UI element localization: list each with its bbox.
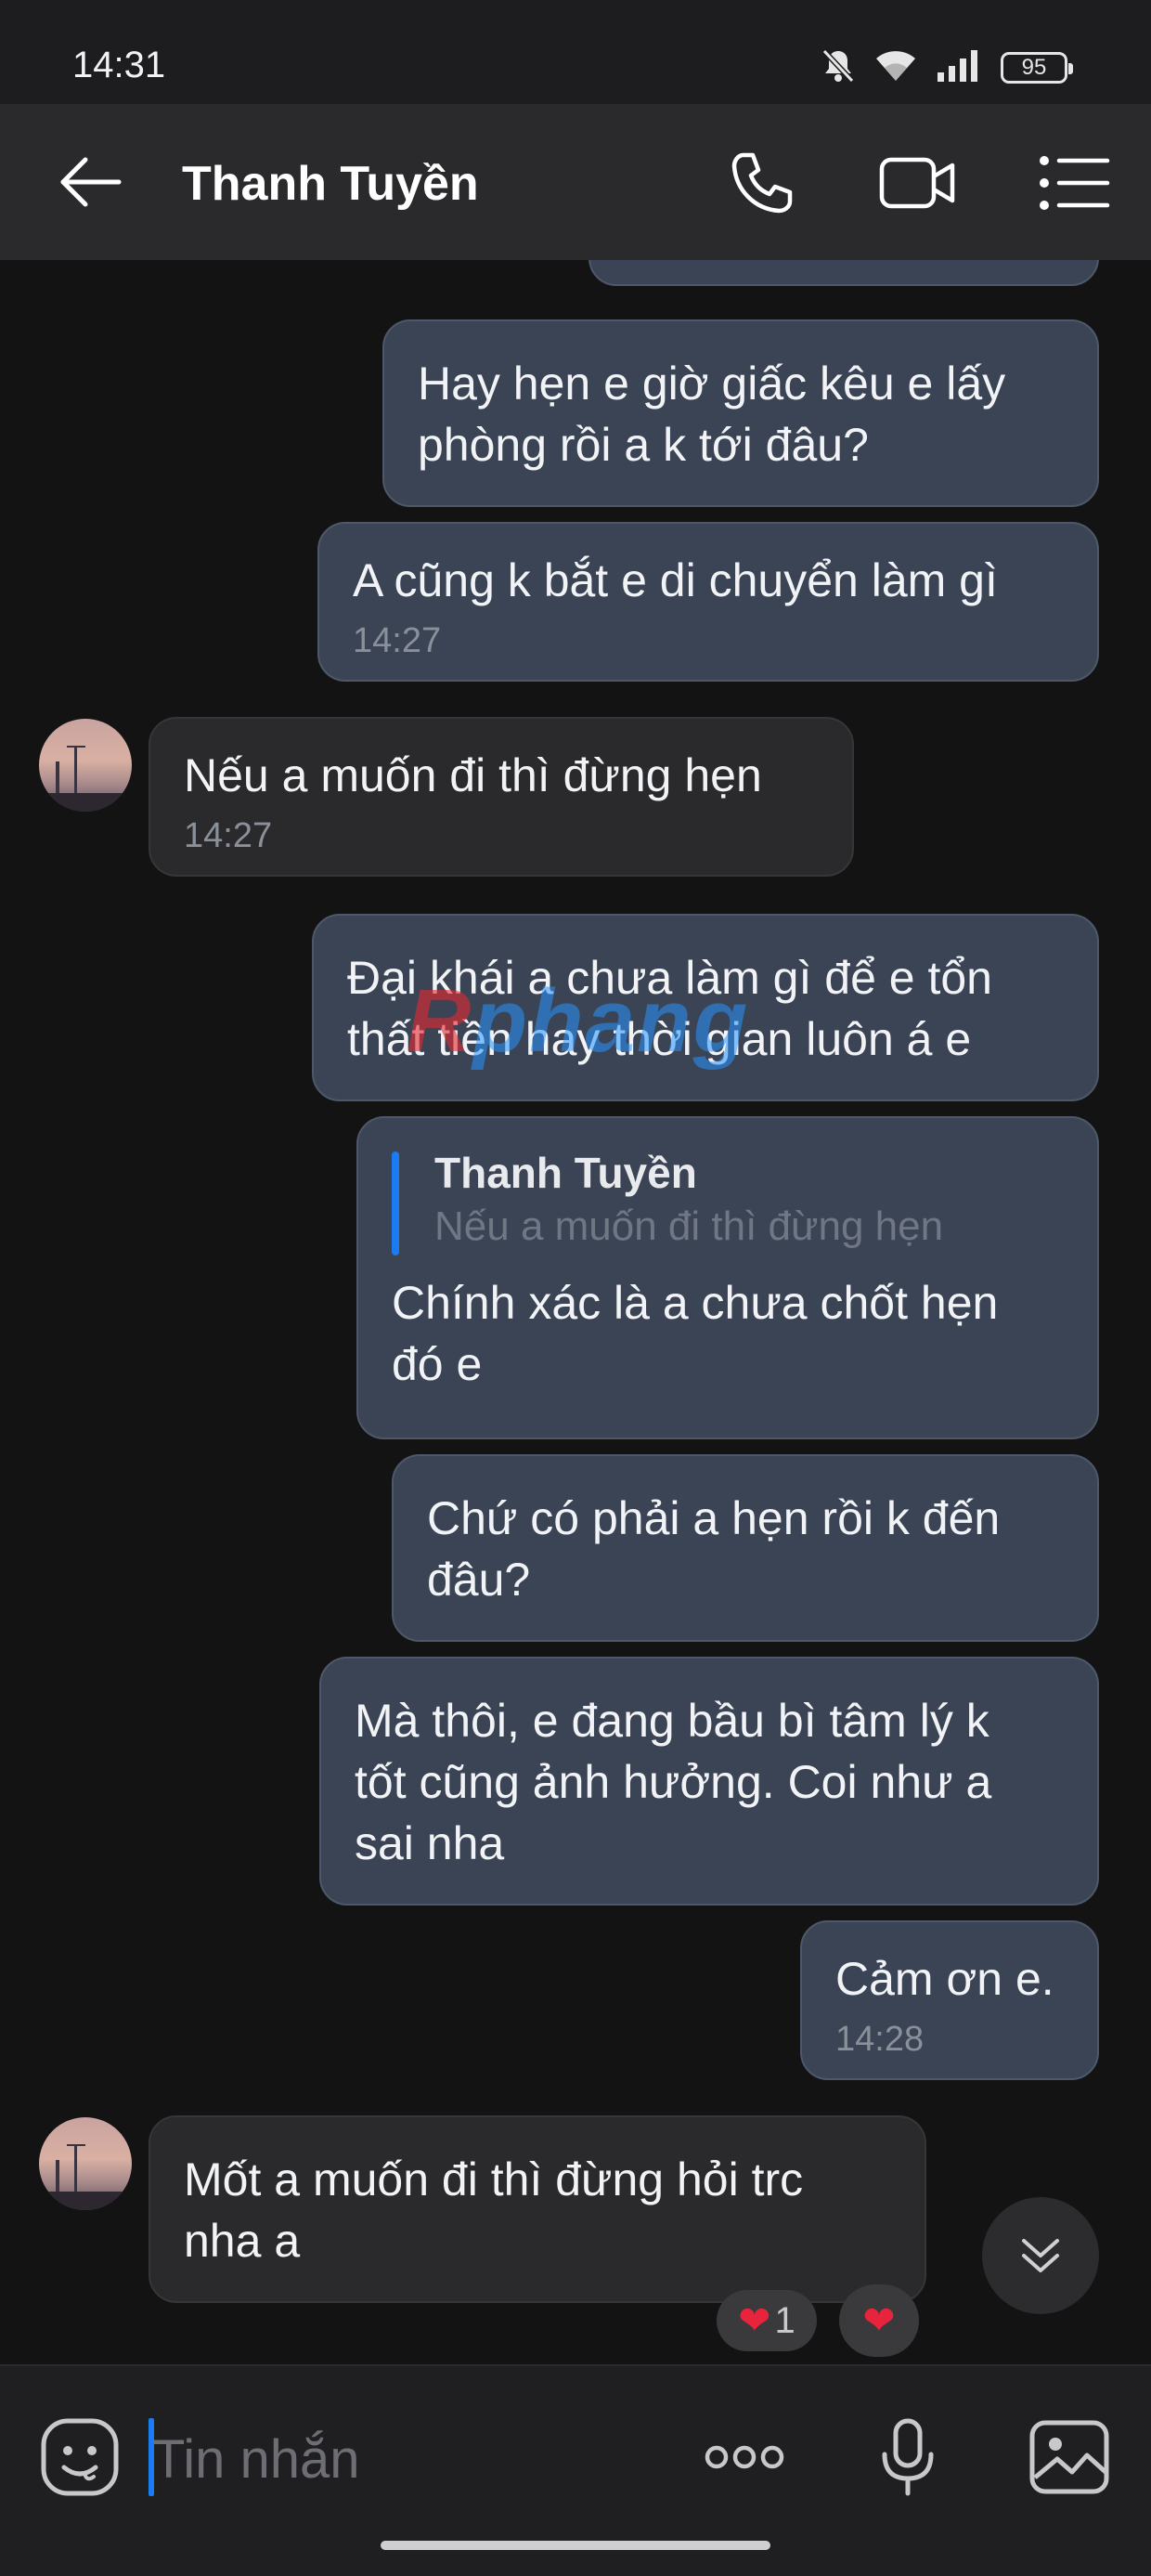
contact-avatar[interactable] <box>39 2117 132 2210</box>
react-button[interactable]: ❤ <box>839 2284 919 2357</box>
message-bubble-outgoing[interactable]: Mà thôi, e đang bầu bì tâm lý k tốt cũng… <box>319 1657 1099 1906</box>
message-text: Nếu a muốn đi thì đừng hẹn <box>184 749 762 801</box>
heart-icon: ❤ <box>862 2298 896 2342</box>
call-button[interactable] <box>720 141 804 225</box>
wifi-icon <box>873 47 919 89</box>
message-time: 14:27 <box>353 621 442 660</box>
contact-name[interactable]: Thanh Tuyền <box>182 156 479 212</box>
message-text: Cảm ơn e. <box>835 1953 1054 2005</box>
status-bar: 14:31 95 <box>0 0 1151 104</box>
message-time: 14:28 <box>835 2020 925 2059</box>
quoted-message[interactable]: Thanh Tuyền Nếu a muốn đi thì đừng hẹn <box>392 1146 1064 1255</box>
message-list[interactable]: Hay hẹn e giờ giấc kêu e lấy phòng rồi a… <box>0 260 1151 2364</box>
reaction-summary[interactable]: ❤ 1 <box>717 2290 817 2351</box>
message-text: Chứ có phải a hẹn rồi k đến đâu? <box>427 1492 1001 1606</box>
more-dots-icon <box>705 2445 784 2469</box>
chat-header: Thanh Tuyền <box>0 104 1151 260</box>
video-icon <box>879 157 955 209</box>
signal-icon <box>936 48 984 88</box>
message-text: Hay hẹn e giờ giấc kêu e lấy phòng rồi a… <box>418 358 1006 471</box>
menu-icon <box>1040 156 1110 210</box>
quote-bar <box>392 1151 399 1255</box>
contact-avatar[interactable] <box>39 719 132 812</box>
quote-author: Thanh Tuyền <box>434 1149 697 1197</box>
scroll-to-bottom-button[interactable] <box>982 2197 1099 2314</box>
emoji-button[interactable] <box>35 2413 124 2502</box>
home-indicator <box>381 2541 770 2550</box>
image-icon <box>1029 2420 1109 2494</box>
back-button[interactable] <box>54 149 128 215</box>
heart-icon: ❤ <box>738 2298 771 2342</box>
menu-button[interactable] <box>1032 141 1116 225</box>
battery-icon: 95 <box>1001 52 1073 84</box>
message-bubble-incoming[interactable]: Nếu a muốn đi thì đừng hẹn 14:27 <box>149 717 854 877</box>
message-text: A cũng k bắt e di chuyển làm gì <box>353 554 998 606</box>
phone-icon <box>731 152 793 214</box>
message-bubble-outgoing[interactable]: Cảm ơn e. 14:28 <box>800 1920 1099 2080</box>
microphone-icon <box>882 2418 934 2496</box>
voice-button[interactable] <box>863 2413 952 2502</box>
video-call-button[interactable] <box>876 141 960 225</box>
message-bubble-outgoing[interactable]: Đại khái a chưa làm gì để e tổn thất tiề… <box>312 914 1099 1101</box>
bell-off-icon <box>821 47 856 89</box>
message-text: Đại khái a chưa làm gì để e tổn thất tiề… <box>347 952 992 1065</box>
reaction-count: 1 <box>774 2299 795 2341</box>
status-icons: 95 <box>821 46 1073 89</box>
image-button[interactable] <box>1025 2413 1114 2502</box>
message-input[interactable] <box>149 2422 672 2496</box>
message-bubble-incoming[interactable]: Mốt a muốn đi thì đừng hỏi trc nha a <box>149 2115 926 2303</box>
message-time: 14:27 <box>184 816 273 855</box>
emoji-icon <box>41 2418 119 2496</box>
text-cursor <box>149 2418 154 2496</box>
more-options-button[interactable] <box>698 2413 791 2502</box>
back-arrow-icon <box>60 157 122 207</box>
message-bubble-reply[interactable]: Thanh Tuyền Nếu a muốn đi thì đừng hẹn C… <box>356 1116 1099 1439</box>
message-bubble-outgoing[interactable]: Hay hẹn e giờ giấc kêu e lấy phòng rồi a… <box>382 319 1099 507</box>
message-text: Mốt a muốn đi thì đừng hỏi trc nha a <box>184 2153 804 2267</box>
message-bubble-outgoing[interactable]: A cũng k bắt e di chuyển làm gì 14:27 <box>317 522 1099 682</box>
message-bubble-partial[interactable] <box>588 260 1099 286</box>
double-chevron-down-icon <box>1022 2239 1059 2272</box>
message-bubble-outgoing[interactable]: Chứ có phải a hẹn rồi k đến đâu? <box>392 1454 1099 1642</box>
message-text: Chính xác là a chưa chốt hẹn đó e <box>392 1277 999 1390</box>
quote-text: Nếu a muốn đi thì đừng hẹn <box>434 1203 944 1249</box>
status-time: 14:31 <box>72 45 166 85</box>
message-text: Mà thôi, e đang bầu bì tâm lý k tốt cũng… <box>355 1695 992 1869</box>
